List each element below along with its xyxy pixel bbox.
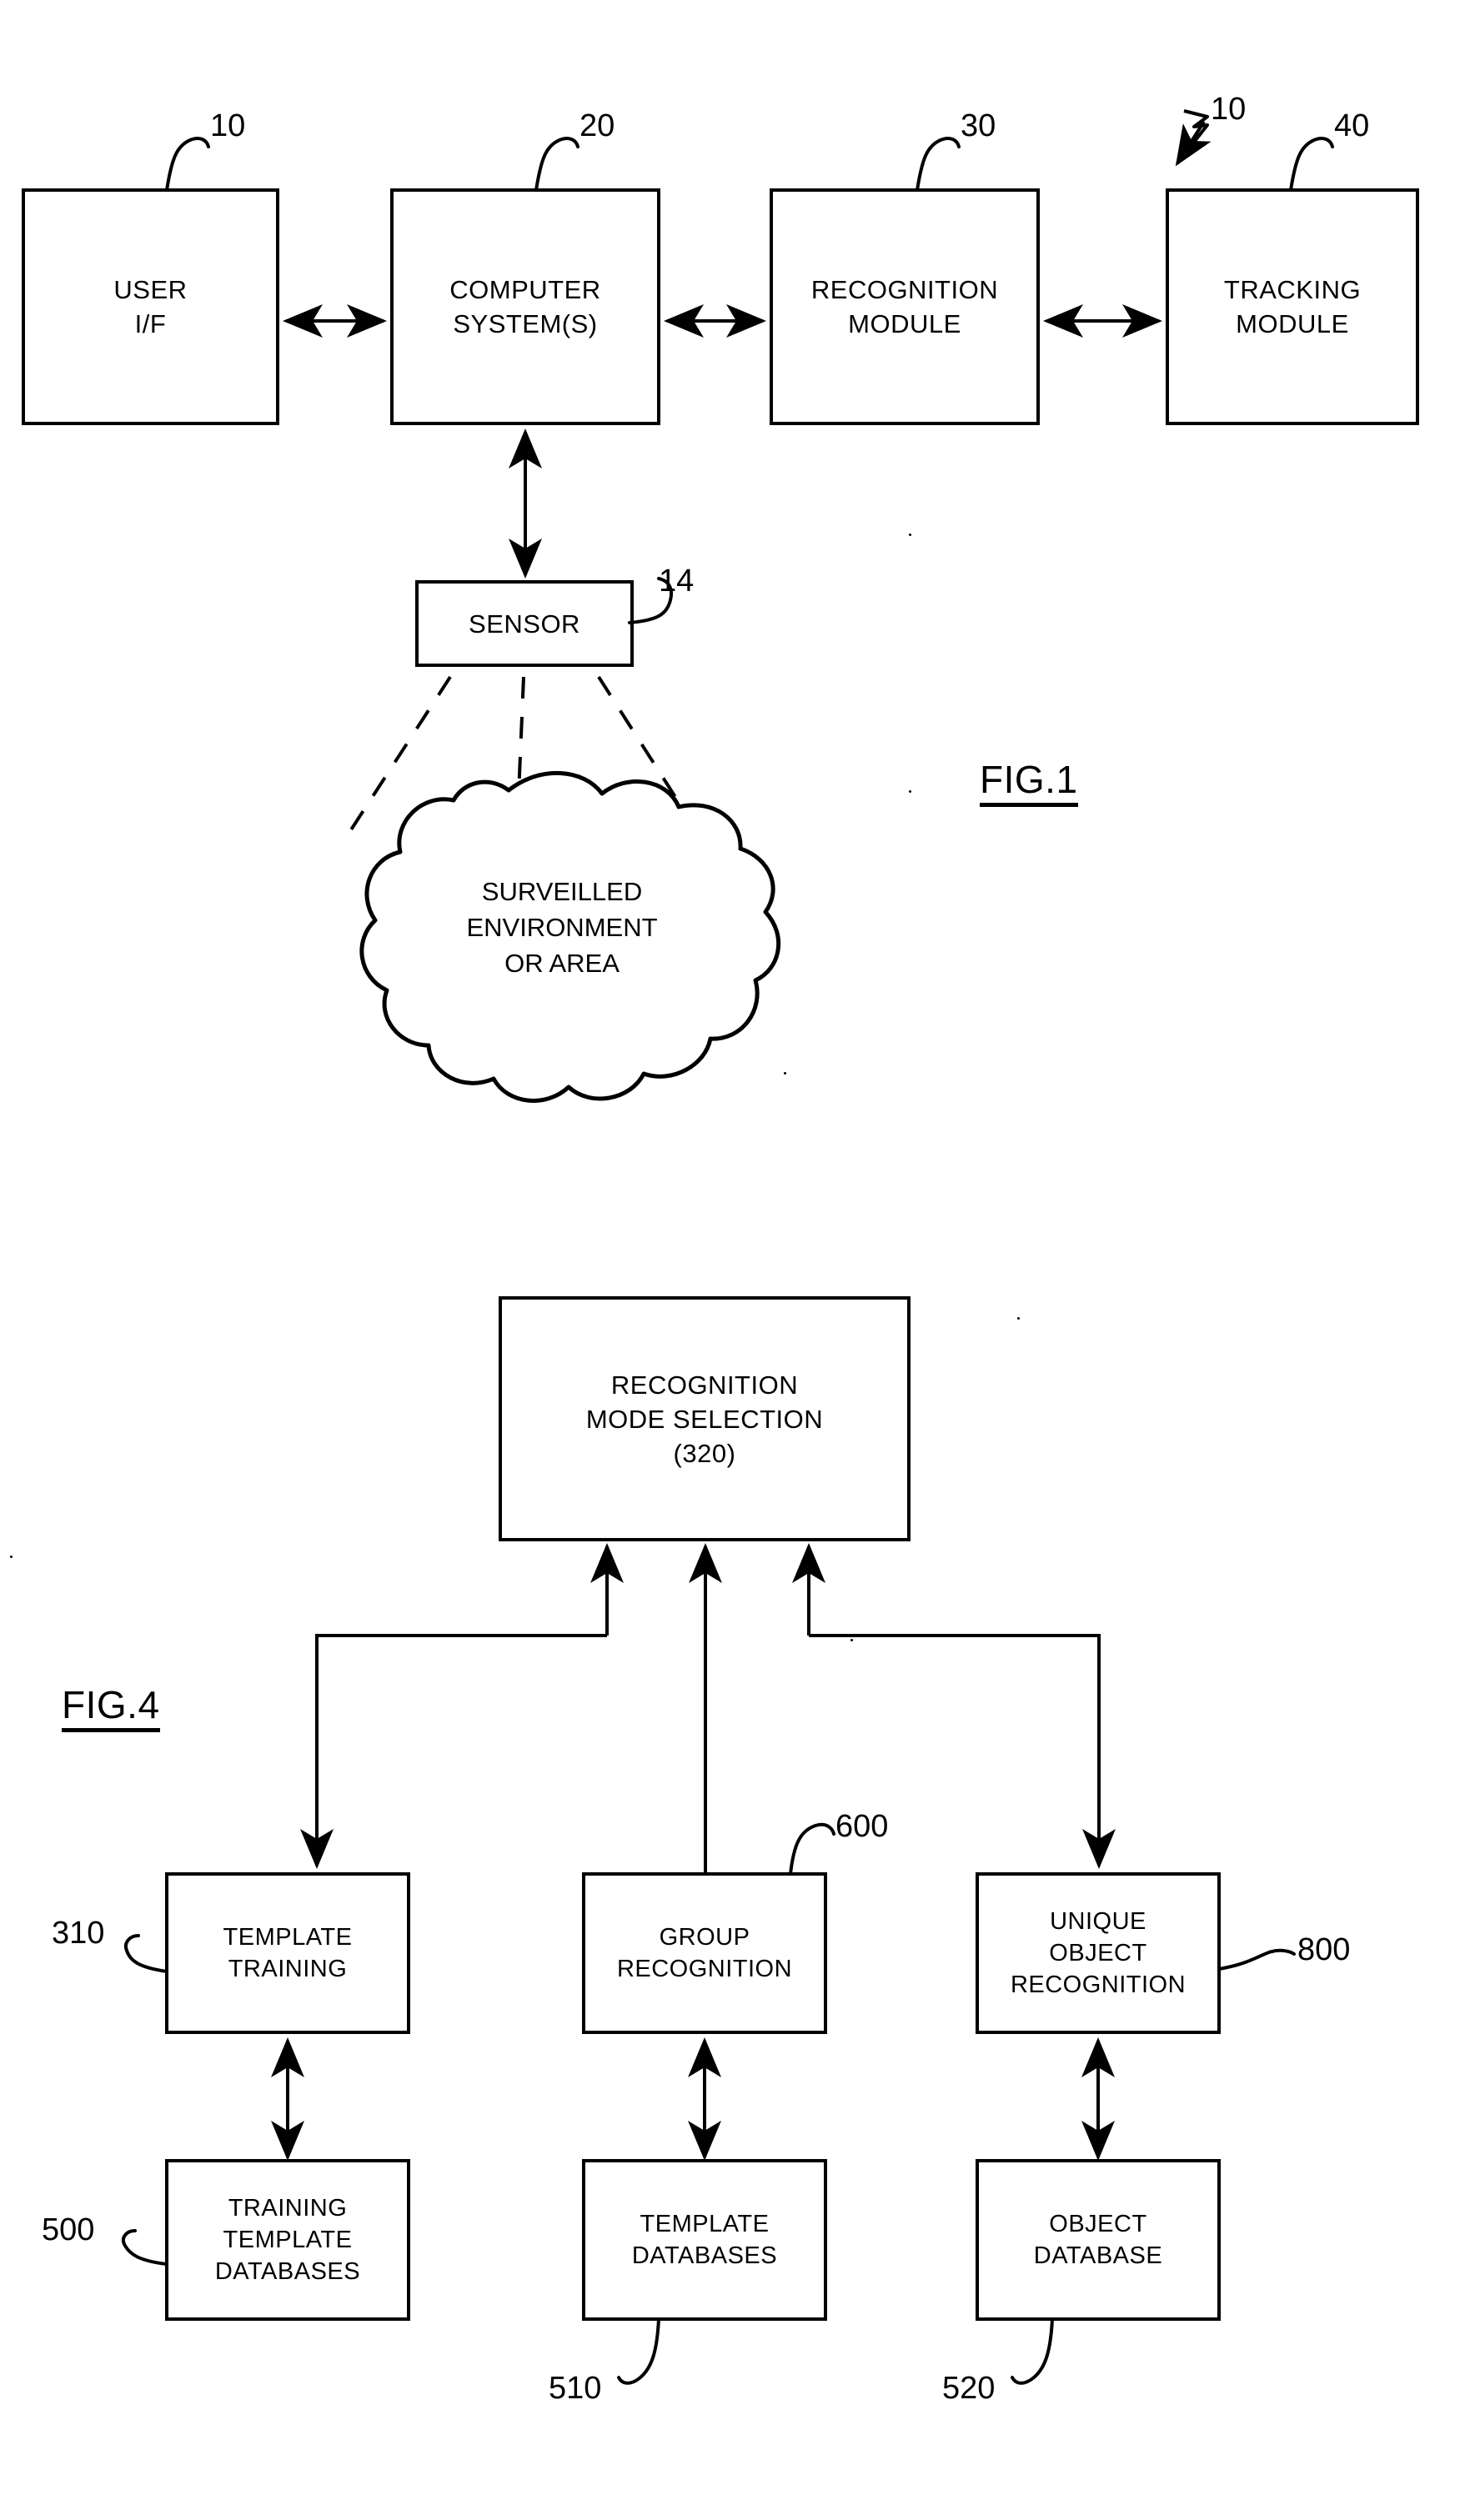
scan-speck xyxy=(705,1844,707,1846)
scan-speck xyxy=(1017,1317,1020,1320)
box-user-if-outline xyxy=(22,188,279,425)
leader-ref-800-unique-object xyxy=(1217,1948,1296,1971)
patent-drawing-sheet: USER I/F COMPUTER SYSTEM(S) RECOGNITION … xyxy=(0,0,1460,2520)
box-computer-outline xyxy=(390,188,660,425)
box-object-db-outline xyxy=(976,2159,1221,2321)
box-sensor-outline xyxy=(415,580,634,667)
scan-speck xyxy=(10,1556,13,1558)
ref-numeral-510-template-db: 510 xyxy=(549,2371,602,2406)
box-tracking-outline xyxy=(1166,188,1419,425)
ref-numeral-10-system: 10 xyxy=(1211,92,1247,127)
scan-speck xyxy=(909,790,911,793)
box-template-training-outline xyxy=(165,1872,410,2034)
ref-numeral-800-unique-object: 800 xyxy=(1297,1932,1351,1967)
leader-ref-510-template-db xyxy=(617,2317,660,2385)
box-training-template-db-outline xyxy=(165,2159,410,2321)
system-ref-arrow-shaft xyxy=(1175,120,1212,167)
route-left-branch xyxy=(300,1634,607,1869)
box-mode-selection-outline xyxy=(499,1296,911,1541)
leader-ref-40-tracking xyxy=(1289,137,1334,192)
figure-linework xyxy=(22,109,1419,2385)
box-unique-object-outline xyxy=(976,1872,1221,2034)
figure-4-caption: FIG.4 xyxy=(62,1684,160,1732)
ref-numeral-600-group-recognition: 600 xyxy=(835,1809,889,1844)
leader-ref-30-recognition xyxy=(916,137,961,192)
ref-numeral-310-template-training: 310 xyxy=(52,1916,105,1951)
scan-speck xyxy=(909,534,911,536)
figure-1-caption: FIG.1 xyxy=(980,759,1078,807)
leader-ref-310-template-training xyxy=(124,1934,168,1973)
ref-numeral-30-recognition: 30 xyxy=(961,108,996,143)
cloud-environment-label: SURVEILLED ENVIRONMENT OR AREA xyxy=(466,877,658,978)
leader-ref-520-object-db xyxy=(1011,2317,1054,2385)
scan-speck xyxy=(784,1072,786,1075)
leader-ref-500-training-template-db xyxy=(121,2229,168,2266)
ref-numeral-520-object-db: 520 xyxy=(942,2371,996,2406)
box-recognition-outline xyxy=(770,188,1040,425)
ref-numeral-14-sensor: 14 xyxy=(659,564,695,599)
ref-numeral-500-training-template-db: 500 xyxy=(42,2212,95,2247)
leader-ref-20-computer xyxy=(534,137,579,192)
ref-numeral-20-computer: 20 xyxy=(579,108,615,143)
box-template-db-outline xyxy=(582,2159,827,2321)
leader-ref-600-group-recognition xyxy=(789,1822,835,1876)
ref-numeral-10-user: 10 xyxy=(210,108,246,143)
ref-numeral-40-tracking: 40 xyxy=(1334,108,1370,143)
box-group-recognition-outline xyxy=(582,1872,827,2034)
leader-ref-10-user xyxy=(165,137,210,192)
scan-speck xyxy=(850,1639,853,1641)
